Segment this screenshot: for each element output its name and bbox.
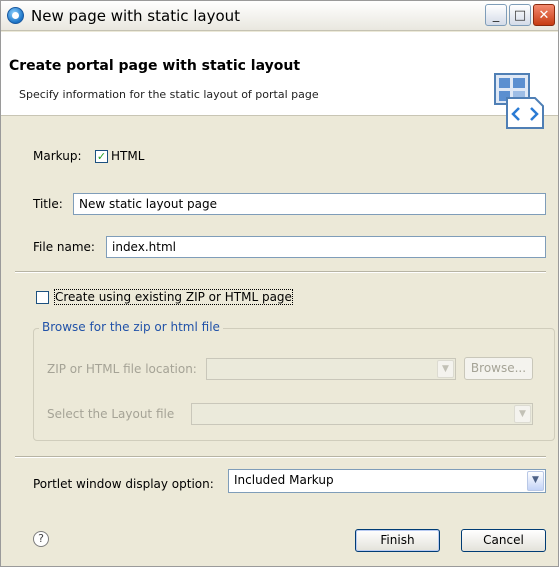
dialog-header: Create portal page with static layout Sp… [1, 32, 558, 129]
markup-label: Markup: [33, 149, 82, 163]
portlet-option-combo[interactable]: Included Markup ▼ [228, 469, 546, 493]
create-existing-checkbox[interactable] [36, 291, 49, 304]
portlet-option-value: Included Markup [234, 473, 334, 487]
header-title: Create portal page with static layout [9, 58, 301, 74]
chevron-down-icon[interactable]: ▼ [514, 405, 531, 423]
minimize-button[interactable]: _ [485, 4, 507, 26]
app-icon [7, 7, 24, 24]
layout-file-combo[interactable]: ▼ [191, 403, 533, 425]
layout-file-label: Select the Layout file [47, 407, 175, 421]
chevron-down-icon[interactable]: ▼ [527, 471, 544, 491]
cancel-button[interactable]: Cancel [461, 529, 546, 552]
finish-button[interactable]: Finish [355, 529, 440, 552]
zip-location-combo[interactable]: ▼ [206, 358, 456, 380]
maximize-icon: □ [513, 7, 527, 23]
dialog-window: New page with static layout _ □ ✕ Create… [0, 0, 559, 567]
browse-group-legend: Browse for the zip or html file [39, 320, 223, 334]
separator [15, 271, 546, 273]
close-icon: ✕ [538, 7, 550, 23]
close-button[interactable]: ✕ [533, 4, 555, 26]
help-icon[interactable]: ? [33, 531, 49, 547]
title-bar[interactable]: New page with static layout _ □ ✕ [1, 1, 558, 31]
title-label: Title: [33, 197, 63, 211]
separator [15, 456, 546, 458]
minimize-icon: _ [492, 7, 500, 23]
create-existing-label[interactable]: Create using existing ZIP or HTML page [54, 289, 293, 305]
zip-location-label: ZIP or HTML file location: [47, 362, 197, 376]
portlet-option-label: Portlet window display option: [33, 477, 214, 491]
html-checkbox[interactable]: ✓ [95, 150, 108, 163]
html-checkbox-label[interactable]: HTML [111, 149, 144, 163]
filename-label: File name: [33, 240, 95, 254]
header-description: Specify information for the static layou… [19, 88, 319, 101]
maximize-button[interactable]: □ [509, 4, 531, 26]
filename-input[interactable]: index.html [106, 236, 546, 258]
chevron-down-icon[interactable]: ▼ [437, 360, 454, 378]
page-layout-icon [494, 73, 544, 129]
title-input[interactable]: New static layout page [73, 193, 546, 215]
window-title: New page with static layout [31, 7, 241, 25]
browse-button[interactable]: Browse... [464, 357, 533, 380]
